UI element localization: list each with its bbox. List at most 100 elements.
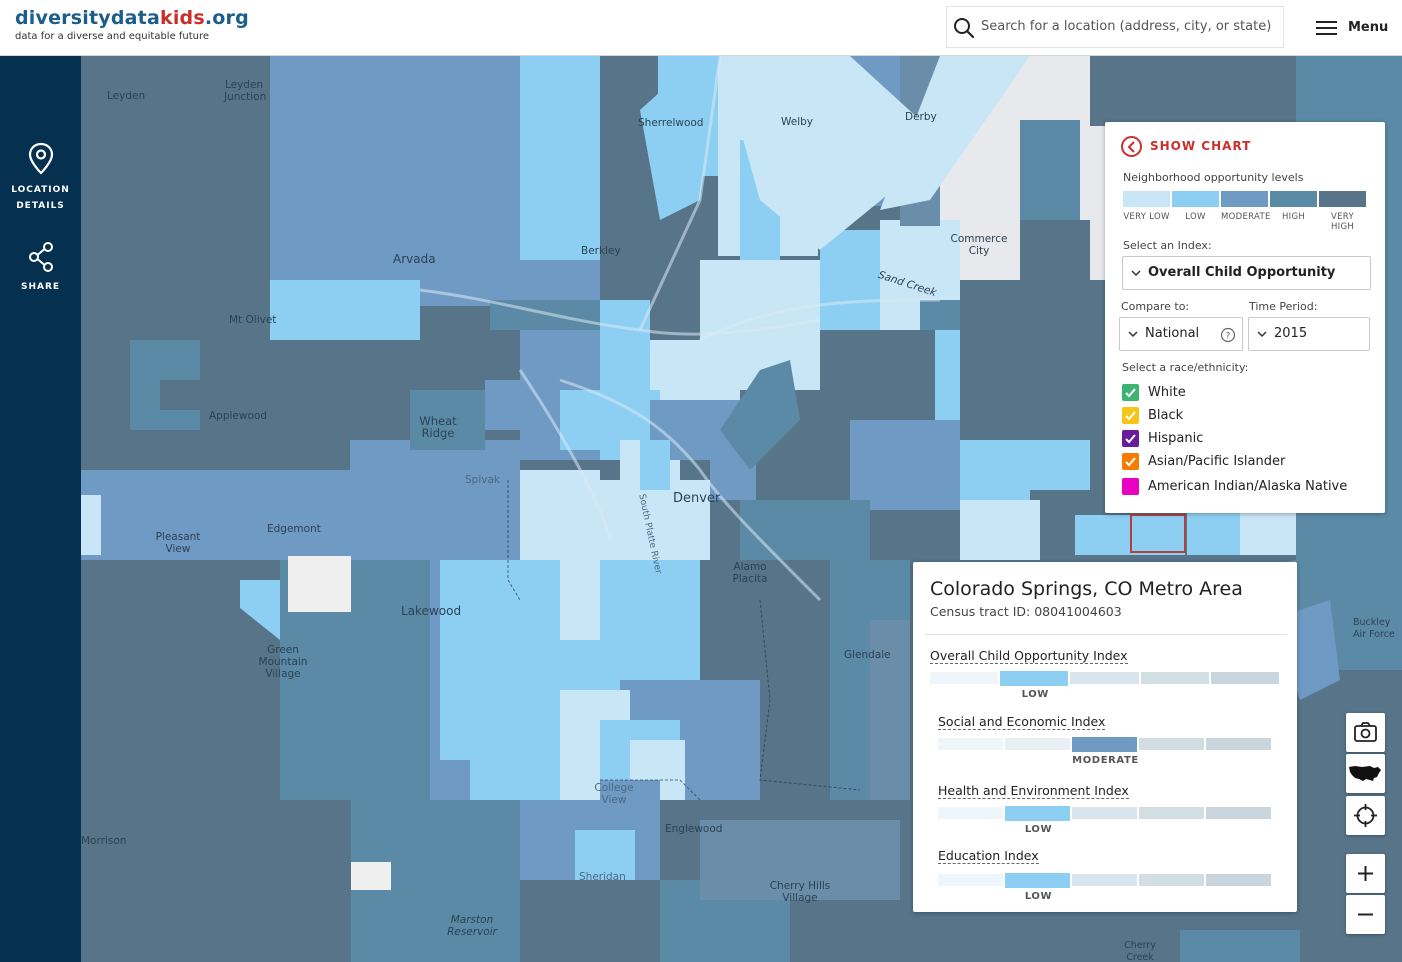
legend-title: Neighborhood opportunity levels [1123,171,1304,184]
index-select[interactable]: Overall Child Opportunity [1122,256,1371,290]
place-label: Green Mountain Village [258,644,308,680]
sidebar-item-share[interactable]: SHARE [0,241,81,295]
census-tract[interactable] [270,280,420,340]
census-tract[interactable] [1020,120,1080,220]
place-label: Commerce City [950,233,1008,257]
census-tract[interactable] [1180,930,1300,962]
place-label: Leyden Junction [224,79,267,103]
census-tract[interactable] [640,440,670,490]
race-checkbox[interactable] [1122,384,1139,401]
index-level-segment [1139,807,1204,819]
census-tract[interactable] [820,230,880,330]
census-tract[interactable] [960,500,1040,560]
place-label: Edgemont [267,523,321,535]
svg-text:?: ? [1226,332,1231,342]
index-name[interactable]: Social and Economic Index [938,714,1106,730]
place-label: Marston Reservoir [447,914,497,938]
census-tract[interactable] [351,862,391,890]
period-select-value: 2015 [1274,326,1308,341]
index-level-segment [1005,738,1070,750]
location-details-line2: DETAILS [16,201,65,211]
info-subtitle: Census tract ID: 08041004603 [930,604,1122,619]
screenshot-button[interactable] [1346,713,1385,752]
help-icon[interactable]: ? [1220,327,1236,343]
index-level-segment [1210,672,1279,684]
index-level-segment [1139,738,1204,750]
index-select-value: Overall Child Opportunity [1148,265,1336,280]
census-tract[interactable] [960,440,1030,500]
census-tract[interactable] [960,280,1110,440]
index-level-label: LOW [1024,891,1053,902]
race-checkbox[interactable] [1122,478,1139,495]
search-input[interactable]: Search for a location (address, city, or… [981,19,1271,34]
index-name[interactable]: Overall Child Opportunity Index [930,648,1128,664]
place-label: Spivak [465,474,500,486]
census-tract[interactable] [1040,490,1080,530]
index-level-segment [1140,672,1209,684]
census-tract[interactable] [288,556,351,612]
race-label: White [1148,385,1186,400]
top-bar: diversitydatakids.org data for a diverse… [0,0,1402,56]
zoom-out-icon [1358,913,1373,916]
camera-icon [1354,722,1377,742]
checkmark-icon [1125,457,1136,467]
census-tract[interactable] [560,560,600,640]
locate-button[interactable] [1346,796,1385,835]
map-pin-icon [28,142,53,175]
zoom-in-icon [1358,866,1373,881]
census-tract[interactable] [740,500,870,560]
index-level-label: LOW [1024,824,1053,835]
logo-part-org: .org [204,7,249,29]
index-name[interactable]: Education Index [938,848,1039,864]
index-name[interactable]: Health and Environment Index [938,783,1129,799]
census-tract[interactable] [270,215,370,275]
census-tract[interactable] [160,380,200,410]
census-tract[interactable] [870,620,910,800]
legend-swatch-high [1270,191,1317,207]
search-box[interactable]: Search for a location (address, city, or… [946,6,1284,48]
selected-tract-outline[interactable] [1130,514,1186,553]
place-label: Derby [905,111,937,123]
census-tract[interactable] [935,330,960,420]
place-label: Sherrelwood [638,117,704,129]
place-label: Wheat Ridge [419,414,457,440]
race-checkbox[interactable] [1122,430,1139,447]
race-checkbox[interactable] [1122,453,1139,470]
us-extent-button[interactable] [1346,754,1385,793]
place-label: Mt Olivet [229,314,277,326]
divider [925,634,1287,635]
place-label: Glendale [844,649,891,661]
race-checkbox[interactable] [1122,407,1139,424]
period-select[interactable]: 2015 [1248,317,1370,351]
place-label: Lakewood [401,604,462,618]
census-tract[interactable] [81,800,351,962]
zoom-in-button[interactable] [1346,854,1385,893]
index-level-segment [1000,671,1069,686]
compare-select-value: National [1145,326,1200,341]
hamburger-icon [1316,21,1337,35]
period-label: Time Period: [1249,300,1318,313]
census-tract[interactable] [1030,440,1090,490]
index-level-segment [1072,807,1137,819]
census-tract[interactable] [485,380,520,430]
chevron-down-icon [1257,331,1267,338]
place-label: Berkley [581,245,621,257]
place-label: Cherry Hills Village [769,880,831,904]
census-tract[interactable] [81,495,101,555]
census-tract[interactable] [850,420,960,510]
census-tract[interactable] [920,300,960,330]
legend-label-very-high: VERY HIGH [1330,212,1355,232]
race-label: Asian/Pacific Islander [1148,454,1286,469]
sidebar-item-location-details[interactable]: LOCATION DETAILS [0,142,81,214]
zoom-out-button[interactable] [1346,895,1385,934]
compare-select[interactable]: National ? [1119,317,1243,351]
place-label: Pleasant View [155,531,201,555]
place-label: Cherry Creek [1124,940,1156,962]
tract-info-popup: Colorado Springs, CO Metro Area Census t… [913,562,1297,912]
site-logo[interactable]: diversitydatakids.org data for a diverse… [15,7,249,42]
race-label: Black [1148,408,1184,423]
index-level-segment [930,672,999,684]
index-level-segment [1206,807,1271,819]
checkmark-icon [1125,434,1136,444]
chevron-left-icon [1121,136,1142,157]
